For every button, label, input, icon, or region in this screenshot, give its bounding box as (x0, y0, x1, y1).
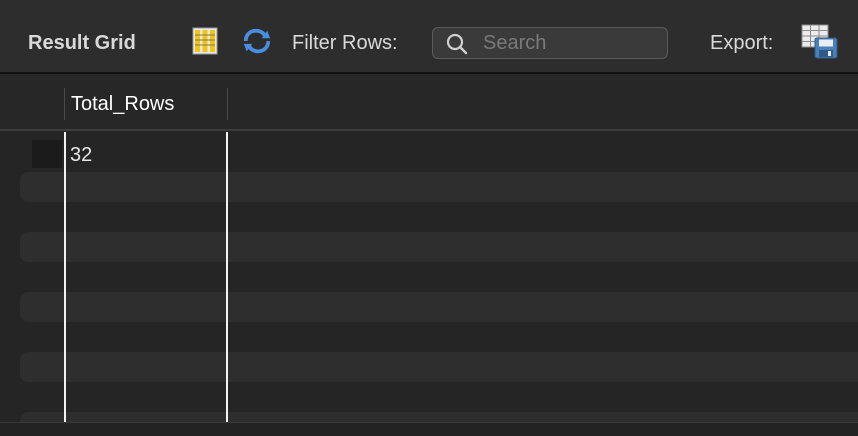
column-header-total-rows[interactable]: Total_Rows (64, 88, 228, 120)
grid-row-stripe (20, 292, 858, 322)
filter-rows-label: Filter Rows: (292, 32, 398, 54)
column-divider (64, 132, 66, 424)
grid-bottom-scrollbar[interactable] (0, 422, 858, 436)
result-grid-toolbar: Result Grid Filter Rows: Search Export: (0, 0, 858, 74)
grid-row-stripe (20, 172, 858, 202)
column-toggle-button[interactable] (190, 26, 220, 56)
column-divider[interactable] (226, 132, 228, 424)
grid-row-stripe (20, 232, 858, 262)
column-header-label: Total_Rows (71, 93, 175, 115)
table-cell[interactable]: 32 (70, 143, 92, 167)
search-icon (446, 33, 468, 55)
result-grid: Total_Rows 32 (0, 74, 858, 436)
refresh-button[interactable] (242, 26, 272, 56)
grid-row-stripe (20, 352, 858, 382)
export-button[interactable] (801, 24, 839, 60)
grid-header: Total_Rows (0, 74, 858, 131)
row-selector[interactable] (32, 140, 62, 168)
filter-search-box[interactable] (432, 27, 668, 59)
filter-search-input[interactable] (483, 30, 659, 56)
export-label: Export: (710, 32, 774, 54)
result-grid-panel: Result Grid Filter Rows: Search Export: … (0, 0, 858, 436)
refresh-arrows-icon (243, 28, 271, 54)
export-grid-icon (801, 24, 838, 59)
result-grid-title: Result Grid (28, 32, 136, 54)
column-toggle-icon (192, 27, 218, 55)
